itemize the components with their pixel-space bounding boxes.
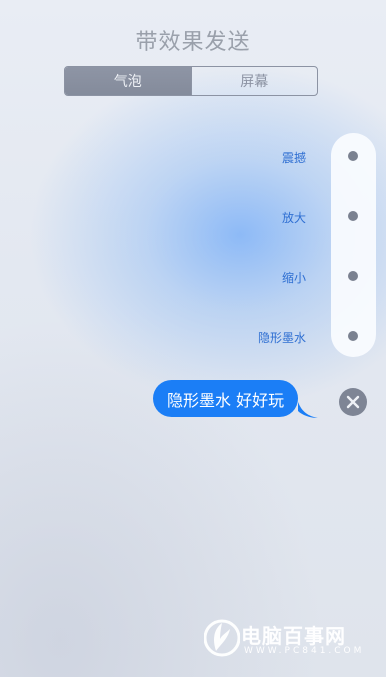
tab-screen[interactable]: 屏幕 (190, 67, 318, 95)
send-effect-segmented-control[interactable]: 气泡 屏幕 (64, 66, 318, 96)
effect-dot-loud[interactable] (348, 211, 358, 221)
effect-dot-invisible-ink[interactable] (348, 331, 358, 341)
close-icon (346, 395, 360, 409)
effect-dot-gentle[interactable] (348, 271, 358, 281)
page-title: 带效果发送 (135, 30, 251, 55)
close-button[interactable] (339, 388, 367, 416)
effect-label-gentle[interactable]: 缩小 (282, 269, 306, 286)
effect-selector-track[interactable] (331, 133, 376, 357)
watermark-url: WWW.PC841.COM (244, 646, 365, 656)
watermark-text: 电脑百事网 (241, 624, 346, 648)
pc841-logo-icon (204, 619, 240, 657)
message-bubble[interactable]: 隐形墨水 好好玩 (153, 380, 299, 417)
effect-label-slam[interactable]: 震撼 (282, 149, 306, 166)
effect-label-loud[interactable]: 放大 (282, 209, 306, 226)
effect-dot-slam[interactable] (348, 151, 358, 161)
effect-label-invisible-ink[interactable]: 隐形墨水 (258, 329, 306, 346)
tab-bubble[interactable]: 气泡 (65, 67, 191, 95)
message-text: 隐形墨水 好好玩 (167, 390, 285, 410)
message-bubble-tail (298, 402, 318, 418)
